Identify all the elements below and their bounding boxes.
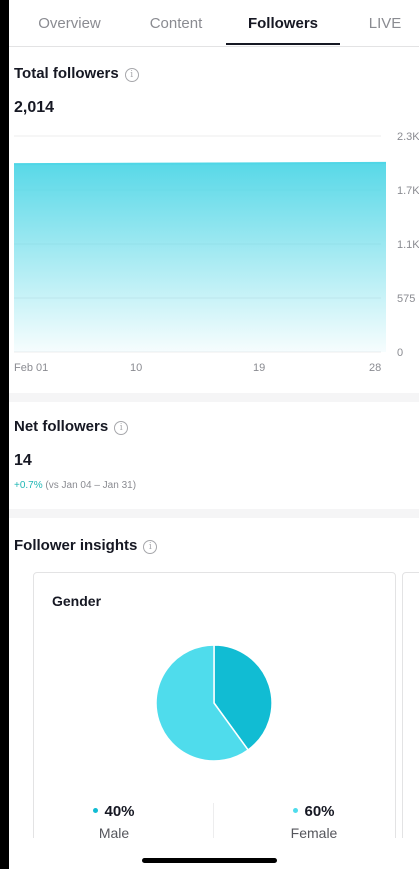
follower-insights-label: Follower insights	[14, 537, 138, 554]
active-tab-indicator	[226, 43, 340, 45]
home-indicator[interactable]	[142, 858, 277, 863]
total-followers-value: 2,014	[14, 99, 55, 116]
female-dot-icon	[293, 808, 299, 813]
next-insight-card[interactable]	[402, 572, 419, 864]
total-followers-label: Total followers	[14, 65, 119, 82]
app-screen: Overview Content Followers LIVE Total fo…	[0, 0, 419, 869]
follower-insights-title: Follower insights i	[14, 537, 158, 554]
tab-content[interactable]: Content	[125, 0, 227, 46]
legend-male: 40% Male	[54, 803, 174, 841]
y-tick-label: 1.1K	[397, 239, 419, 251]
tab-overview[interactable]: Overview	[18, 0, 121, 46]
y-tick-label: 2.3K	[397, 131, 419, 143]
male-dot-icon	[93, 808, 99, 813]
net-followers-label: Net followers	[14, 418, 109, 435]
female-percent: 60%	[304, 803, 335, 820]
info-icon[interactable]: i	[124, 68, 139, 82]
legend-divider	[213, 803, 214, 843]
bottom-safe-area	[0, 838, 419, 869]
net-followers-value: 14	[14, 452, 32, 469]
tab-followers[interactable]: Followers	[226, 0, 340, 46]
x-tick-label: 19	[253, 362, 265, 374]
left-edge	[0, 0, 9, 869]
info-icon[interactable]: i	[143, 540, 158, 554]
change-percent: +0.7%	[14, 480, 43, 491]
x-tick-label: 28	[369, 362, 381, 374]
x-tick-label: Feb 01	[14, 362, 48, 374]
tab-bar: Overview Content Followers LIVE	[0, 0, 419, 47]
total-followers-title: Total followers i	[14, 65, 139, 82]
male-percent: 40%	[104, 803, 135, 820]
gender-title: Gender	[52, 593, 102, 609]
followers-area-chart: 2.3K 1.7K 1.1K 575 0 Feb 01 10 19 28	[13, 131, 419, 374]
tab-live[interactable]: LIVE	[350, 0, 419, 46]
net-followers-title: Net followers i	[14, 418, 129, 435]
gender-card[interactable]: Gender 40% Male 60% Female	[33, 572, 396, 864]
series-line	[13, 161, 387, 166]
legend-female: 60% Female	[254, 803, 374, 841]
info-icon[interactable]: i	[114, 421, 129, 435]
gender-pie-chart	[155, 644, 273, 762]
x-tick-label: 10	[130, 362, 142, 374]
y-tick-label: 1.7K	[397, 185, 419, 197]
area-fill	[14, 162, 386, 352]
net-followers-change: +0.7% (vs Jan 04 – Jan 31)	[14, 480, 136, 491]
comparison-range: (vs Jan 04 – Jan 31)	[45, 480, 137, 491]
y-tick-label: 575	[397, 293, 415, 305]
y-tick-label: 0	[397, 347, 403, 359]
